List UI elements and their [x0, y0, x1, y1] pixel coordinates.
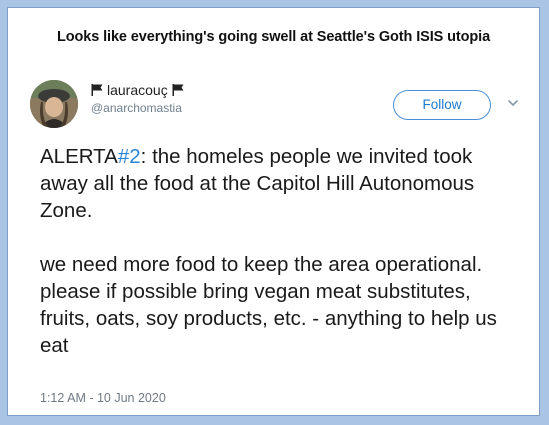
- caption: Looks like everything's going swell at S…: [56, 29, 491, 45]
- hashtag-link[interactable]: #2: [118, 145, 141, 168]
- tweet-body: ALERTA#2: the homeles people we invited …: [40, 143, 520, 359]
- chevron-down-icon[interactable]: [506, 96, 520, 110]
- display-name-row[interactable]: lauracouç: [91, 82, 184, 98]
- tweet-timestamp[interactable]: 1:12 AM - 10 Jun 2020: [40, 391, 166, 405]
- user-handle[interactable]: @anarchomastia: [91, 101, 182, 115]
- display-name: lauracouç: [107, 82, 168, 98]
- black-flag-icon: [172, 84, 184, 96]
- tweet-text-prefix: ALERTA: [40, 145, 118, 168]
- follow-button[interactable]: Follow: [393, 90, 491, 120]
- avatar[interactable]: [30, 80, 78, 128]
- tweet-card: lauracouç @anarchomastia Follow ALERTA#2…: [30, 78, 530, 413]
- black-flag-icon: [91, 84, 103, 96]
- tweet-paragraph-2: we need more food to keep the area opera…: [40, 253, 497, 357]
- tweet-paragraph-1: ALERTA#2: the homeles people we invited …: [40, 143, 520, 224]
- meme-frame: Looks like everything's going swell at S…: [7, 7, 540, 416]
